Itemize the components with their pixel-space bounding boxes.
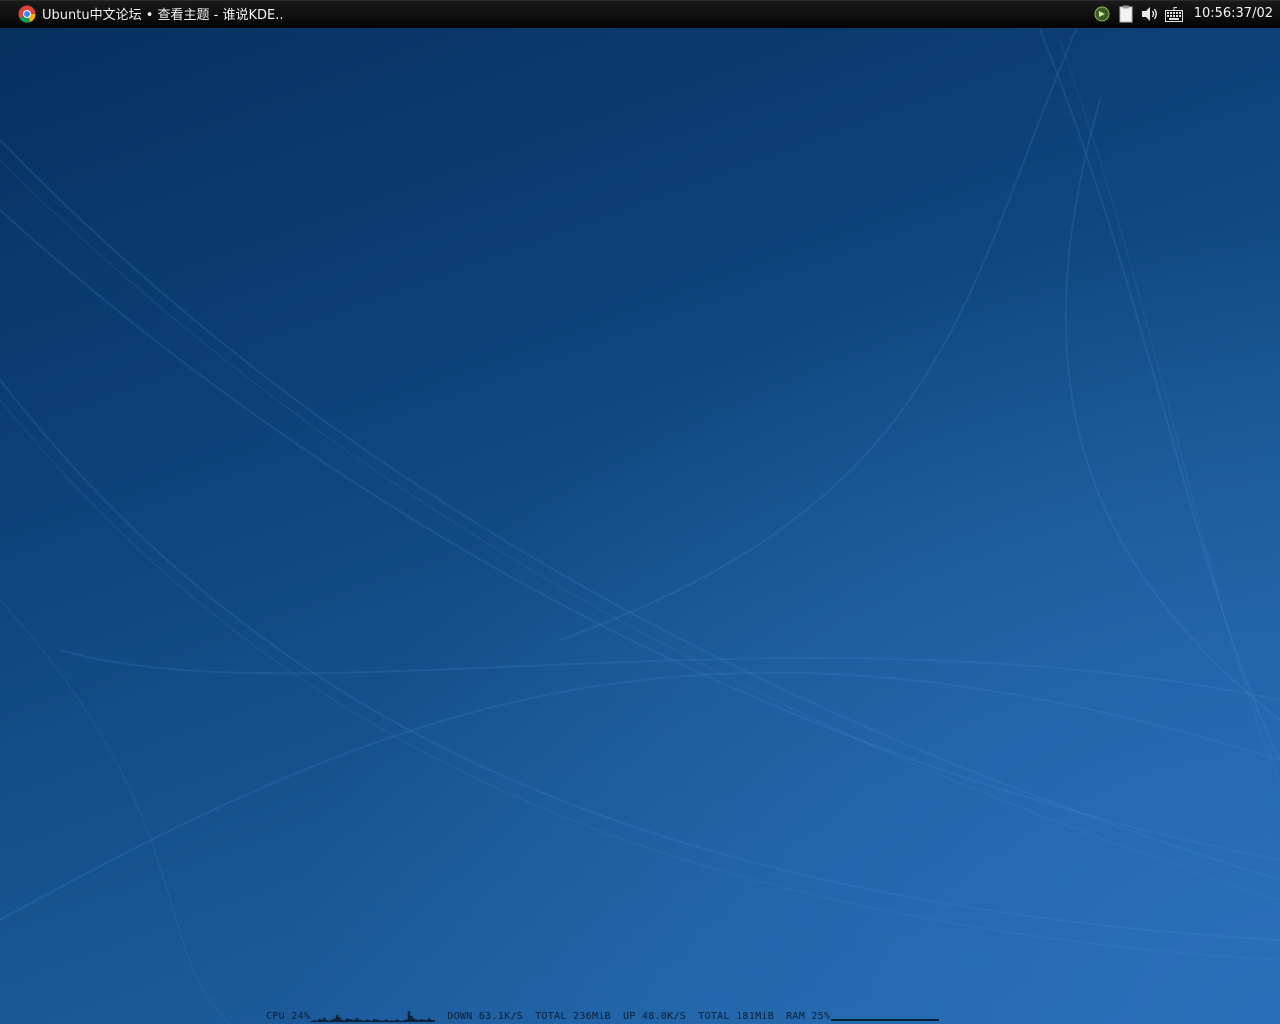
cpu-history-bar: [331, 1019, 334, 1022]
taskbar-window-button[interactable]: Ubuntu中文论坛 • 查看主题 - 谁说KDE...: [14, 2, 284, 25]
cpu-history-bar: [355, 1017, 359, 1022]
cpu-history-bar: [318, 1019, 322, 1022]
cpu-history-bar: [400, 1020, 404, 1022]
cpu-history-bar: [412, 1018, 416, 1022]
cpu-history-bar: [393, 1020, 396, 1022]
cpu-history-bar: [422, 1019, 426, 1022]
cpu-history-bar: [383, 1020, 386, 1022]
cpu-history-bar: [363, 1020, 366, 1022]
cpu-history-bar: [365, 1019, 369, 1022]
volume-icon[interactable]: [1140, 4, 1160, 24]
cpu-history-bar: [360, 1020, 364, 1022]
cpu-history-bar: [405, 1019, 408, 1022]
upload-total-label: TOTAL 181MiB: [698, 1010, 775, 1022]
cpu-history-bar: [378, 1020, 381, 1022]
cpu-history-bar: [420, 1019, 423, 1022]
cpu-history-bar: [321, 1019, 324, 1022]
cpu-history-bar: [375, 1019, 379, 1022]
cpu-history-bar: [427, 1018, 431, 1022]
clock[interactable]: 10:56:37/02: [1194, 6, 1273, 21]
window-title: Ubuntu中文论坛 • 查看主题 - 谁说KDE...: [42, 8, 284, 23]
top-panel: Ubuntu中文论坛 • 查看主题 - 谁说KDE... 10:56:37/02: [0, 0, 1280, 28]
cpu-history-bar: [333, 1018, 337, 1022]
cpu-history-bar: [358, 1019, 361, 1022]
clipboard-icon[interactable]: [1116, 4, 1136, 24]
cpu-history-bar: [323, 1017, 327, 1022]
cpu-history-bar: [348, 1019, 351, 1022]
cpu-history-bar: [343, 1020, 346, 1022]
cpu-history-bar: [395, 1019, 399, 1022]
cpu-history-bar: [370, 1020, 374, 1022]
cpu-history-bar: [430, 1019, 433, 1022]
cpu-history-bar: [353, 1020, 356, 1022]
cpu-history-bar: [390, 1020, 394, 1022]
cpu-history-bar: [415, 1019, 418, 1022]
cpu-history-bar: [425, 1020, 428, 1022]
conky-system-monitor: CPU 24% DOWN 63.1K/S TOTAL 236MiB UP 48.…: [266, 1009, 1006, 1023]
download-rate-label: DOWN 63.1K/S: [447, 1010, 524, 1022]
cpu-history-bar: [388, 1020, 391, 1022]
system-tray: 10:56:37/02: [1090, 0, 1280, 27]
cpu-history-bar: [341, 1019, 344, 1022]
network-manager-icon[interactable]: [1092, 4, 1112, 24]
cpu-history-bar: [345, 1018, 349, 1022]
chrome-browser-icon: [18, 5, 36, 23]
cpu-history-bar: [407, 1011, 411, 1022]
cpu-history-bar: [328, 1020, 332, 1022]
cpu-history-graph: [311, 1011, 436, 1022]
upload-rate-label: UP 48.0K/S: [622, 1010, 687, 1022]
cpu-history-bar: [316, 1020, 319, 1022]
wallpaper-swooshes: [0, 19, 1280, 1024]
cpu-history-bar: [385, 1019, 389, 1022]
cpu-history-bar: [368, 1020, 371, 1022]
cpu-history-bar: [336, 1014, 339, 1022]
cpu-history-bar: [398, 1020, 401, 1022]
ram-usage-bar: [831, 1018, 940, 1021]
cpu-usage-label: CPU 24%: [266, 1010, 311, 1022]
cpu-history-bar: [417, 1020, 421, 1022]
cpu-history-bar: [350, 1019, 354, 1022]
cpu-history-bar: [410, 1016, 413, 1022]
cpu-history-bar: [311, 1020, 314, 1022]
cpu-history-bar: [403, 1020, 406, 1022]
desktop[interactable]: Ubuntu中文论坛 • 查看主题 - 谁说KDE... 10:56:37/02…: [0, 0, 1280, 1024]
keyboard-layout-icon[interactable]: [1164, 4, 1184, 24]
cpu-history-bar: [338, 1017, 342, 1022]
cpu-history-bar: [313, 1020, 317, 1022]
cpu-history-bar: [380, 1020, 384, 1022]
cpu-history-bar: [373, 1019, 376, 1022]
cpu-history-bar: [326, 1020, 329, 1022]
download-total-label: TOTAL 236MiB: [535, 1010, 611, 1022]
cpu-history-bar: [432, 1020, 436, 1022]
ram-usage-label: RAM 25%: [786, 1010, 831, 1022]
